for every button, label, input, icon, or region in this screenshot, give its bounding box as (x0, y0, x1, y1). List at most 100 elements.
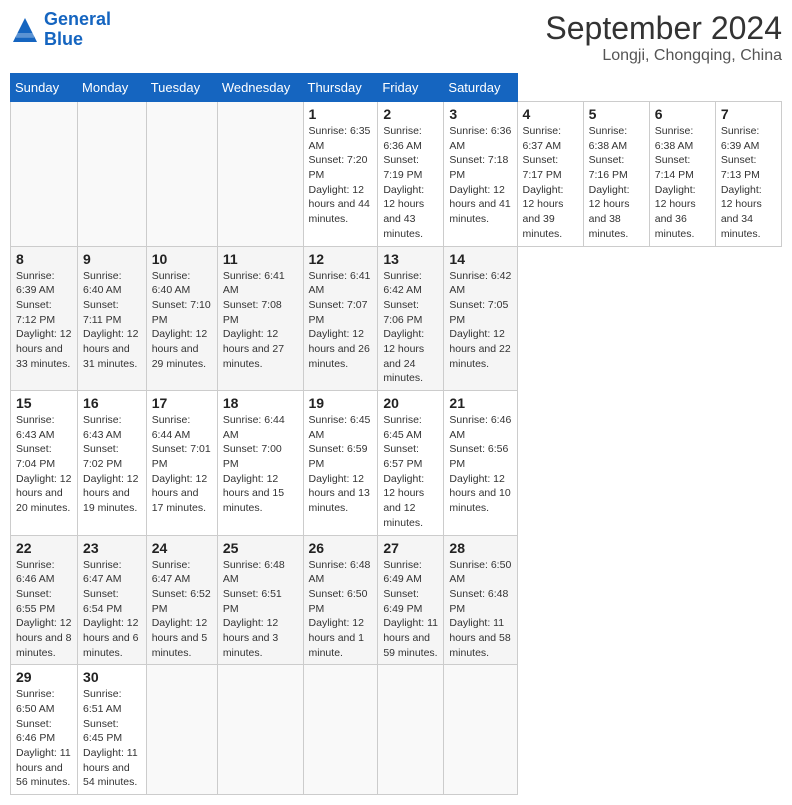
day-number: 29 (16, 669, 72, 685)
calendar-cell (146, 665, 217, 795)
calendar-cell: 2 Sunrise: 6:36 AMSunset: 7:19 PMDayligh… (378, 102, 444, 247)
day-info: Sunrise: 6:36 AMSunset: 7:18 PMDaylight:… (449, 124, 511, 227)
calendar-cell (444, 665, 517, 795)
day-number: 11 (223, 251, 298, 267)
day-info: Sunrise: 6:47 AMSunset: 6:54 PMDaylight:… (83, 558, 141, 661)
calendar-cell: 23 Sunrise: 6:47 AMSunset: 6:54 PMDaylig… (78, 535, 147, 665)
weekday-header-friday: Friday (378, 74, 444, 102)
calendar-cell (217, 665, 303, 795)
day-info: Sunrise: 6:48 AMSunset: 6:50 PMDaylight:… (309, 558, 373, 661)
day-number: 22 (16, 540, 72, 556)
day-number: 12 (309, 251, 373, 267)
day-number: 19 (309, 395, 373, 411)
calendar-cell: 30 Sunrise: 6:51 AMSunset: 6:45 PMDaylig… (78, 665, 147, 795)
calendar-cell: 6 Sunrise: 6:38 AMSunset: 7:14 PMDayligh… (649, 102, 715, 247)
day-info: Sunrise: 6:38 AMSunset: 7:14 PMDaylight:… (655, 124, 710, 242)
weekday-header-thursday: Thursday (303, 74, 378, 102)
calendar-cell: 8 Sunrise: 6:39 AMSunset: 7:12 PMDayligh… (11, 246, 78, 391)
day-info: Sunrise: 6:42 AMSunset: 7:06 PMDaylight:… (383, 269, 438, 387)
day-number: 17 (152, 395, 212, 411)
day-number: 14 (449, 251, 511, 267)
calendar-cell: 16 Sunrise: 6:43 AMSunset: 7:02 PMDaylig… (78, 391, 147, 536)
day-number: 2 (383, 106, 438, 122)
day-info: Sunrise: 6:40 AMSunset: 7:10 PMDaylight:… (152, 269, 212, 372)
day-info: Sunrise: 6:44 AMSunset: 7:01 PMDaylight:… (152, 413, 212, 516)
calendar-cell (378, 665, 444, 795)
calendar-cell: 22 Sunrise: 6:46 AMSunset: 6:55 PMDaylig… (11, 535, 78, 665)
header: General Blue September 2024 Longji, Chon… (10, 10, 782, 65)
month-title: September 2024 (545, 10, 782, 47)
day-info: Sunrise: 6:48 AMSunset: 6:51 PMDaylight:… (223, 558, 298, 661)
logo-text: General Blue (44, 10, 111, 50)
calendar-cell: 14 Sunrise: 6:42 AMSunset: 7:05 PMDaylig… (444, 246, 517, 391)
day-number: 5 (589, 106, 644, 122)
day-info: Sunrise: 6:40 AMSunset: 7:11 PMDaylight:… (83, 269, 141, 372)
calendar-cell: 9 Sunrise: 6:40 AMSunset: 7:11 PMDayligh… (78, 246, 147, 391)
day-number: 6 (655, 106, 710, 122)
calendar-cell: 28 Sunrise: 6:50 AMSunset: 6:48 PMDaylig… (444, 535, 517, 665)
calendar-cell: 29 Sunrise: 6:50 AMSunset: 6:46 PMDaylig… (11, 665, 78, 795)
day-number: 23 (83, 540, 141, 556)
day-number: 16 (83, 395, 141, 411)
weekday-header-saturday: Saturday (444, 74, 517, 102)
day-number: 9 (83, 251, 141, 267)
day-info: Sunrise: 6:41 AMSunset: 7:08 PMDaylight:… (223, 269, 298, 372)
calendar-cell: 27 Sunrise: 6:49 AMSunset: 6:49 PMDaylig… (378, 535, 444, 665)
calendar-cell: 19 Sunrise: 6:45 AMSunset: 6:59 PMDaylig… (303, 391, 378, 536)
calendar-cell: 5 Sunrise: 6:38 AMSunset: 7:16 PMDayligh… (583, 102, 649, 247)
logo-icon (10, 15, 40, 45)
day-info: Sunrise: 6:45 AMSunset: 6:57 PMDaylight:… (383, 413, 438, 531)
calendar-cell: 3 Sunrise: 6:36 AMSunset: 7:18 PMDayligh… (444, 102, 517, 247)
day-info: Sunrise: 6:41 AMSunset: 7:07 PMDaylight:… (309, 269, 373, 372)
weekday-header-tuesday: Tuesday (146, 74, 217, 102)
day-info: Sunrise: 6:49 AMSunset: 6:49 PMDaylight:… (383, 558, 438, 661)
calendar-table: SundayMondayTuesdayWednesdayThursdayFrid… (10, 73, 782, 795)
day-info: Sunrise: 6:43 AMSunset: 7:04 PMDaylight:… (16, 413, 72, 516)
day-info: Sunrise: 6:50 AMSunset: 6:48 PMDaylight:… (449, 558, 511, 661)
day-info: Sunrise: 6:46 AMSunset: 6:56 PMDaylight:… (449, 413, 511, 516)
day-info: Sunrise: 6:37 AMSunset: 7:17 PMDaylight:… (523, 124, 578, 242)
calendar-cell: 7 Sunrise: 6:39 AMSunset: 7:13 PMDayligh… (715, 102, 781, 247)
weekday-header-sunday: Sunday (11, 74, 78, 102)
calendar-cell (146, 102, 217, 247)
day-info: Sunrise: 6:44 AMSunset: 7:00 PMDaylight:… (223, 413, 298, 516)
day-number: 30 (83, 669, 141, 685)
day-number: 18 (223, 395, 298, 411)
calendar-cell: 17 Sunrise: 6:44 AMSunset: 7:01 PMDaylig… (146, 391, 217, 536)
day-info: Sunrise: 6:50 AMSunset: 6:46 PMDaylight:… (16, 687, 72, 790)
logo-line1: General (44, 9, 111, 29)
calendar-cell: 4 Sunrise: 6:37 AMSunset: 7:17 PMDayligh… (517, 102, 583, 247)
day-info: Sunrise: 6:39 AMSunset: 7:12 PMDaylight:… (16, 269, 72, 372)
day-info: Sunrise: 6:46 AMSunset: 6:55 PMDaylight:… (16, 558, 72, 661)
calendar-week-4: 22 Sunrise: 6:46 AMSunset: 6:55 PMDaylig… (11, 535, 782, 665)
day-info: Sunrise: 6:39 AMSunset: 7:13 PMDaylight:… (721, 124, 776, 242)
day-info: Sunrise: 6:42 AMSunset: 7:05 PMDaylight:… (449, 269, 511, 372)
weekday-header-monday: Monday (78, 74, 147, 102)
calendar-cell: 15 Sunrise: 6:43 AMSunset: 7:04 PMDaylig… (11, 391, 78, 536)
day-info: Sunrise: 6:47 AMSunset: 6:52 PMDaylight:… (152, 558, 212, 661)
calendar-cell: 26 Sunrise: 6:48 AMSunset: 6:50 PMDaylig… (303, 535, 378, 665)
day-number: 1 (309, 106, 373, 122)
calendar-cell: 13 Sunrise: 6:42 AMSunset: 7:06 PMDaylig… (378, 246, 444, 391)
calendar-cell (303, 665, 378, 795)
day-number: 3 (449, 106, 511, 122)
day-number: 24 (152, 540, 212, 556)
day-number: 21 (449, 395, 511, 411)
calendar-week-3: 15 Sunrise: 6:43 AMSunset: 7:04 PMDaylig… (11, 391, 782, 536)
calendar-week-2: 8 Sunrise: 6:39 AMSunset: 7:12 PMDayligh… (11, 246, 782, 391)
day-info: Sunrise: 6:35 AMSunset: 7:20 PMDaylight:… (309, 124, 373, 227)
calendar-cell (11, 102, 78, 247)
calendar-cell: 12 Sunrise: 6:41 AMSunset: 7:07 PMDaylig… (303, 246, 378, 391)
calendar-cell (78, 102, 147, 247)
title-area: September 2024 Longji, Chongqing, China (545, 10, 782, 65)
calendar-cell: 10 Sunrise: 6:40 AMSunset: 7:10 PMDaylig… (146, 246, 217, 391)
day-number: 28 (449, 540, 511, 556)
location-title: Longji, Chongqing, China (545, 47, 782, 65)
calendar-cell: 25 Sunrise: 6:48 AMSunset: 6:51 PMDaylig… (217, 535, 303, 665)
day-number: 10 (152, 251, 212, 267)
day-info: Sunrise: 6:36 AMSunset: 7:19 PMDaylight:… (383, 124, 438, 242)
day-number: 20 (383, 395, 438, 411)
weekday-header-wednesday: Wednesday (217, 74, 303, 102)
day-number: 13 (383, 251, 438, 267)
calendar-week-5: 29 Sunrise: 6:50 AMSunset: 6:46 PMDaylig… (11, 665, 782, 795)
